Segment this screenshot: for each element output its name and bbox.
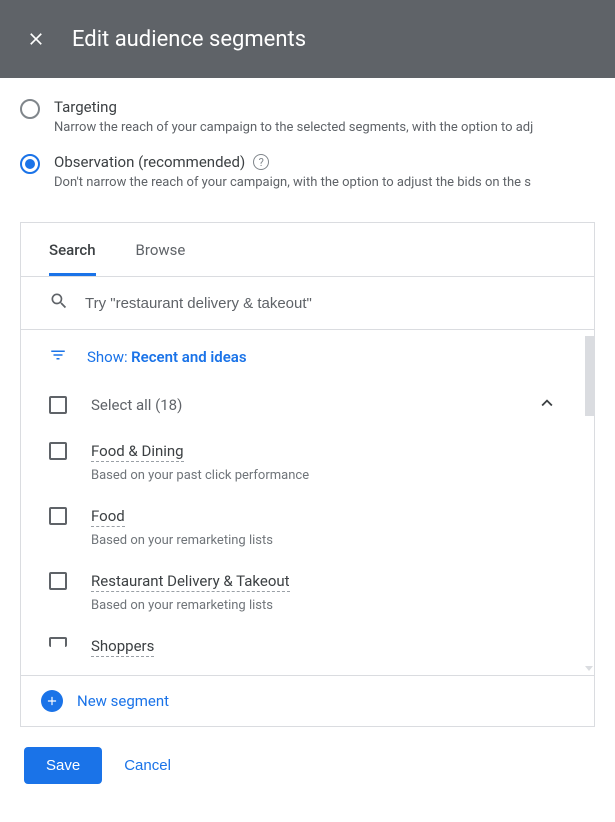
tab-search[interactable]: Search	[49, 223, 96, 276]
item-checkbox[interactable]	[49, 507, 67, 525]
select-all-checkbox[interactable]	[49, 396, 67, 414]
filter-show-value: Recent and ideas	[131, 348, 246, 366]
tab-bar: Search Browse	[21, 223, 594, 277]
tab-browse[interactable]: Browse	[136, 223, 186, 276]
chevron-up-icon[interactable]	[536, 392, 558, 418]
option-observation[interactable]: Observation (recommended) ? Don't narrow…	[20, 153, 595, 190]
option-description: Narrow the reach of your campaign to the…	[54, 120, 533, 135]
save-button[interactable]: Save	[24, 747, 102, 784]
plus-icon	[41, 690, 63, 712]
list-item[interactable]: Food Based on your remarketing lists	[49, 495, 566, 560]
list-item[interactable]: Restaurant Delivery & Takeout Based on y…	[49, 560, 566, 625]
option-label: Observation (recommended) ?	[54, 153, 531, 171]
item-title: Restaurant Delivery & Takeout	[91, 572, 290, 592]
item-checkbox[interactable]	[49, 572, 67, 590]
dialog-title: Edit audience segments	[72, 27, 306, 52]
radio-icon[interactable]	[20, 99, 40, 119]
item-checkbox[interactable]	[49, 637, 67, 647]
dialog-footer: Save Cancel	[0, 727, 615, 804]
option-targeting[interactable]: Targeting Narrow the reach of your campa…	[20, 98, 595, 135]
select-all-row: Select all (18)	[21, 380, 594, 430]
radio-icon[interactable]	[20, 154, 40, 174]
filter-row[interactable]: Show: Recent and ideas	[21, 330, 594, 380]
search-input[interactable]	[85, 295, 566, 312]
list-item[interactable]: Food & Dining Based on your past click p…	[49, 430, 566, 495]
segments-panel: Search Browse Show: Recent and ideas Sel…	[20, 222, 595, 675]
segments-list: Show: Recent and ideas Select all (18) F…	[21, 329, 594, 675]
item-subtitle: Based on your remarketing lists	[91, 533, 273, 548]
item-title: Shoppers	[91, 637, 154, 657]
close-icon[interactable]	[24, 27, 48, 51]
targeting-options: Targeting Narrow the reach of your campa…	[0, 78, 615, 222]
new-segment-button[interactable]: New segment	[20, 675, 595, 727]
filter-icon	[49, 346, 67, 368]
new-segment-label: New segment	[77, 692, 169, 710]
scrollbar-thumb[interactable]	[585, 336, 594, 416]
item-title: Food & Dining	[91, 442, 184, 462]
option-description: Don't narrow the reach of your campaign,…	[54, 175, 531, 190]
dialog-header: Edit audience segments	[0, 0, 615, 78]
list-item[interactable]: Shoppers	[49, 625, 566, 657]
scroll-down-icon[interactable]	[585, 666, 593, 671]
item-checkbox[interactable]	[49, 442, 67, 460]
item-subtitle: Based on your remarketing lists	[91, 598, 290, 613]
search-row	[21, 277, 594, 329]
select-all-label: Select all (18)	[91, 396, 182, 414]
option-label: Targeting	[54, 98, 533, 116]
filter-show-label: Show:	[87, 348, 128, 366]
help-icon[interactable]: ?	[253, 154, 269, 170]
cancel-button[interactable]: Cancel	[124, 757, 171, 774]
item-subtitle: Based on your past click performance	[91, 468, 309, 483]
item-title: Food	[91, 507, 125, 527]
search-icon	[49, 291, 69, 315]
